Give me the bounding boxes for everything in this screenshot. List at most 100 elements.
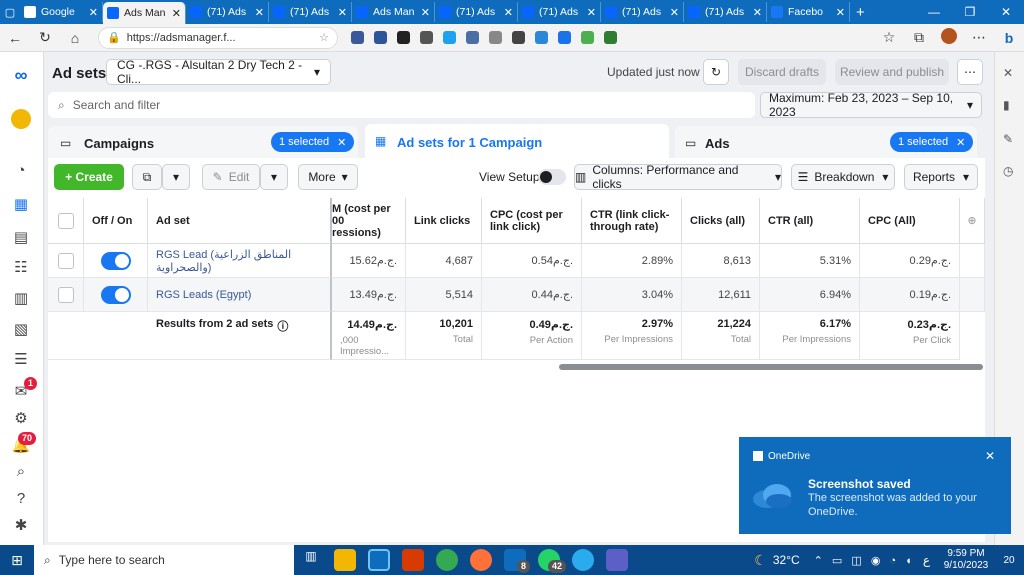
- audiences-icon[interactable]: ☷: [10, 256, 32, 278]
- browser-tab[interactable]: Ads Man ✕: [352, 2, 435, 22]
- browser-tab[interactable]: (71) Ads ✕: [435, 2, 518, 22]
- extension-icon[interactable]: [420, 31, 433, 44]
- extension-icon[interactable]: [351, 31, 364, 44]
- adset-name-link[interactable]: RGS Lead (المناطق الزراعية والصحراوية): [148, 244, 332, 278]
- col-header-adset[interactable]: Ad set: [148, 198, 332, 244]
- address-bar[interactable]: 🔒 https://adsmanager.f... ☆: [98, 26, 338, 49]
- extension-icon[interactable]: [466, 31, 479, 44]
- row-checkbox[interactable]: [57, 286, 74, 303]
- adset-toggle[interactable]: [100, 285, 131, 304]
- edge-icon[interactable]: [368, 549, 390, 571]
- chevron-down-icon[interactable]: ▾: [162, 164, 190, 190]
- edit-icon[interactable]: ✎: [1003, 132, 1013, 146]
- campaigns-selected-pill[interactable]: 1 selected ✕: [271, 132, 355, 152]
- close-icon[interactable]: ✕: [1003, 66, 1013, 80]
- discard-drafts-button[interactable]: Discard drafts: [738, 59, 826, 85]
- date-range-picker[interactable]: Maximum: Feb 23, 2023 – Sep 10, 2023 ▾: [760, 91, 982, 119]
- browser-tab[interactable]: (71) Ads ✕: [601, 2, 684, 22]
- browser-tab[interactable]: (71) Ads ✕: [186, 2, 269, 22]
- extension-icon[interactable]: [397, 31, 410, 44]
- taskbar-search[interactable]: ⌕ Type here to search: [34, 545, 234, 575]
- close-tab-icon[interactable]: ✕: [172, 7, 181, 20]
- refresh-icon[interactable]: ↻: [30, 29, 60, 46]
- search-icon[interactable]: ⌕: [10, 460, 32, 482]
- toast-close-icon[interactable]: ✕: [985, 449, 995, 463]
- info-icon[interactable]: ⓘ: [277, 318, 288, 334]
- refresh-button[interactable]: ↻: [703, 59, 729, 85]
- language-indicator[interactable]: ع: [923, 553, 930, 567]
- extension-icon[interactable]: [512, 31, 525, 44]
- window-menu-icon[interactable]: ▢: [0, 0, 20, 24]
- extension-icon[interactable]: [489, 31, 502, 44]
- temperature[interactable]: 32°C: [773, 553, 800, 567]
- download-icon[interactable]: [581, 31, 594, 44]
- review-publish-button[interactable]: Review and publish: [835, 59, 949, 85]
- system-tray-icons[interactable]: ⌃ ▭ ◫ ◉ ◔ ◖: [814, 554, 915, 567]
- horizontal-scrollbar[interactable]: [559, 364, 983, 370]
- chrome-icon[interactable]: [436, 549, 458, 571]
- profile-avatar[interactable]: [934, 28, 964, 47]
- mail-icon[interactable]: 8: [504, 549, 530, 573]
- edit-button[interactable]: ✎ Edit: [202, 164, 260, 190]
- settings-icon[interactable]: ⚙: [10, 407, 32, 429]
- close-tab-icon[interactable]: ✕: [255, 6, 264, 19]
- favorites-icon[interactable]: ☆: [874, 29, 904, 46]
- col-header-cpc-all[interactable]: CPC (All): [860, 198, 960, 244]
- adset-toggle[interactable]: [100, 251, 131, 270]
- col-header-cpm[interactable]: M (cost per 00 ressions): [332, 198, 406, 244]
- notification-center[interactable]: 20: [994, 555, 1024, 566]
- app-icon[interactable]: [402, 549, 424, 571]
- browser-tab[interactable]: Google ✕: [20, 2, 103, 22]
- help-icon[interactable]: ?: [10, 487, 32, 509]
- bug-icon[interactable]: ✱: [10, 514, 32, 536]
- col-header-ctr-all[interactable]: CTR (all): [760, 198, 860, 244]
- breakdown-dropdown[interactable]: ☰ Breakdown ▾: [791, 164, 895, 190]
- search-filter-bar[interactable]: ⌕ Search and filter: [48, 92, 755, 118]
- close-tab-icon[interactable]: ✕: [89, 6, 98, 19]
- app-icon[interactable]: [606, 549, 628, 571]
- meta-logo-icon[interactable]: ∞: [10, 64, 32, 86]
- telegram-icon[interactable]: [572, 549, 594, 571]
- browser-tab[interactable]: (71) Ads ✕: [684, 2, 767, 22]
- columns-dropdown[interactable]: ▥ Columns: Performance and clicks ▾: [574, 163, 782, 191]
- col-header-clicks[interactable]: Clicks (all): [682, 198, 760, 244]
- task-view-icon[interactable]: ▥: [300, 549, 322, 571]
- close-tab-icon[interactable]: ✕: [504, 6, 513, 19]
- menu-icon[interactable]: ☰: [10, 348, 32, 370]
- bing-icon[interactable]: b: [994, 30, 1024, 46]
- billing-icon[interactable]: ▥: [10, 287, 32, 309]
- extension-icon[interactable]: [374, 31, 387, 44]
- close-tab-icon[interactable]: ✕: [587, 6, 596, 19]
- whatsapp-icon[interactable]: 42: [538, 549, 566, 573]
- twitter-icon[interactable]: [443, 31, 456, 44]
- col-header-link-clicks[interactable]: Link clicks: [406, 198, 482, 244]
- pages-icon[interactable]: ▤: [10, 226, 32, 248]
- close-tab-icon[interactable]: ✕: [670, 6, 679, 19]
- file-explorer-icon[interactable]: [334, 549, 356, 571]
- chart-icon[interactable]: ▮: [1003, 98, 1010, 112]
- minimize-button[interactable]: —: [916, 5, 952, 19]
- history-icon[interactable]: ◷: [1003, 164, 1013, 178]
- col-header-toggle[interactable]: Off / On: [84, 198, 148, 244]
- dashboard-icon[interactable]: ◔: [10, 159, 32, 181]
- create-button[interactable]: + Create: [54, 164, 124, 190]
- extension-icon[interactable]: [535, 31, 548, 44]
- new-tab-button[interactable]: +: [850, 4, 871, 21]
- browser-tab[interactable]: Facebo ✕: [767, 2, 850, 22]
- clock[interactable]: 9:59 PM 9/10/2023: [938, 548, 994, 572]
- restore-button[interactable]: ❐: [952, 5, 988, 19]
- ads-selected-pill[interactable]: 1 selected ✕: [890, 132, 974, 152]
- add-column-icon[interactable]: ⊕: [960, 198, 985, 244]
- home-icon[interactable]: ⌂: [60, 30, 90, 46]
- firefox-icon[interactable]: [470, 549, 492, 571]
- more-button[interactable]: More ▾: [298, 164, 358, 190]
- catalog-icon[interactable]: ▧: [10, 318, 32, 340]
- browser-tab[interactable]: (71) Ads ✕: [518, 2, 601, 22]
- adset-name-link[interactable]: RGS Leads (Egypt): [148, 278, 332, 312]
- extension-icon[interactable]: [604, 31, 617, 44]
- tab-adsets[interactable]: ▦ Ad sets for 1 Campaign: [365, 124, 669, 160]
- back-icon[interactable]: ←: [0, 30, 30, 46]
- chevron-down-icon[interactable]: ▾: [260, 164, 288, 190]
- row-checkbox[interactable]: [57, 252, 74, 269]
- browser-tab[interactable]: (71) Ads ✕: [269, 2, 352, 22]
